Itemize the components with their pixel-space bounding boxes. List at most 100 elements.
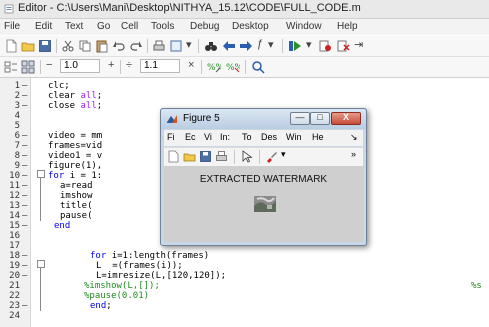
figure-menu-tools[interactable]: To bbox=[242, 132, 252, 142]
toolbar-separator bbox=[40, 60, 41, 74]
figure-menu-help[interactable]: He bbox=[312, 132, 324, 142]
figure-menu-view[interactable]: Vi bbox=[204, 132, 212, 142]
code-text: for i=1:length(frames) bbox=[90, 251, 209, 261]
breakpoint-marker[interactable]: — bbox=[22, 81, 27, 91]
clear-breakpoints-icon[interactable] bbox=[336, 39, 350, 53]
figure-menu-window[interactable]: Win bbox=[286, 132, 302, 142]
figure-menu-edit[interactable]: Ec bbox=[185, 132, 196, 142]
menu-cell[interactable]: Cell bbox=[121, 21, 138, 32]
code-line[interactable]: 20— L=imresize(L,[120,120]); bbox=[0, 271, 489, 281]
minimize-button[interactable]: — bbox=[290, 112, 310, 125]
code-line[interactable]: 24 bbox=[0, 311, 489, 321]
save-icon[interactable] bbox=[38, 39, 52, 53]
menu-file[interactable]: File bbox=[4, 21, 20, 32]
pointer-icon[interactable] bbox=[240, 150, 253, 163]
binoculars-icon[interactable] bbox=[204, 39, 218, 53]
insert-cell-icon[interactable]: %% bbox=[207, 60, 221, 74]
minus-button[interactable]: − bbox=[46, 59, 52, 71]
menu-text[interactable]: Text bbox=[65, 21, 83, 32]
chevron-down-icon[interactable]: ▾ bbox=[306, 38, 312, 51]
breakpoint-marker[interactable]: — bbox=[22, 141, 27, 151]
cell-grid-icon[interactable] bbox=[21, 60, 35, 74]
breakpoint-marker[interactable]: — bbox=[22, 301, 27, 311]
forward-arrow-icon[interactable] bbox=[239, 39, 253, 53]
new-file-icon[interactable] bbox=[4, 39, 18, 53]
figure-menu-dock-icon[interactable]: ↘ bbox=[350, 132, 358, 143]
new-figure-icon[interactable] bbox=[167, 150, 180, 163]
code-token: clc; bbox=[48, 81, 70, 91]
figure-menu-insert[interactable]: In: bbox=[220, 132, 230, 142]
back-arrow-icon[interactable] bbox=[222, 39, 236, 53]
figure-title-bar[interactable]: Figure 5 — □ X bbox=[161, 109, 366, 129]
print-icon[interactable] bbox=[152, 39, 166, 53]
open-folder-icon[interactable] bbox=[183, 150, 196, 163]
menu-go[interactable]: Go bbox=[97, 21, 110, 32]
open-folder-icon[interactable] bbox=[21, 39, 35, 53]
code-text: end; bbox=[90, 301, 112, 311]
menu-tools[interactable]: Tools bbox=[151, 21, 174, 32]
chevron-down-icon[interactable]: ▾ bbox=[186, 38, 192, 51]
breakpoint-marker[interactable]: — bbox=[22, 211, 27, 221]
code-line[interactable]: 19— L =(frames(i)); bbox=[0, 261, 489, 271]
paste-icon[interactable] bbox=[95, 39, 109, 53]
menu-desktop[interactable]: Desktop bbox=[232, 21, 269, 32]
copy-icon[interactable] bbox=[78, 39, 92, 53]
breakpoint-marker[interactable]: — bbox=[22, 221, 27, 231]
remove-cell-icon[interactable]: %% bbox=[226, 60, 240, 74]
step-icon[interactable]: ⇥ bbox=[354, 38, 363, 51]
code-line[interactable]: 1— clc; bbox=[0, 81, 489, 91]
code-line[interactable]: 21 %imshow(L,[]); bbox=[0, 281, 489, 291]
cell-mode-icon[interactable] bbox=[4, 60, 18, 74]
figure-canvas[interactable]: EXTRACTED WATERMARK bbox=[164, 166, 363, 242]
breakpoint-marker[interactable]: — bbox=[22, 251, 27, 261]
breakpoint-marker[interactable]: — bbox=[22, 201, 27, 211]
figure-menu-desktop[interactable]: Des bbox=[261, 132, 277, 142]
close-button[interactable]: X bbox=[331, 112, 361, 125]
chevron-down-icon[interactable]: ▾ bbox=[281, 149, 286, 160]
figure-window[interactable]: Figure 5 — □ X Fi Ec Vi In: To Des Win H… bbox=[160, 108, 367, 246]
breakpoint-icon[interactable] bbox=[318, 39, 332, 53]
cut-icon[interactable] bbox=[61, 39, 75, 53]
show-cell-titles-icon[interactable] bbox=[251, 60, 265, 74]
menu-debug[interactable]: Debug bbox=[190, 21, 219, 32]
menu-help[interactable]: Help bbox=[337, 21, 358, 32]
breakpoint-marker[interactable]: — bbox=[22, 191, 27, 201]
breakpoint-marker[interactable]: — bbox=[22, 91, 27, 101]
template-icon[interactable] bbox=[169, 39, 183, 53]
redo-icon[interactable] bbox=[129, 39, 143, 53]
menu-window[interactable]: Window bbox=[286, 21, 322, 32]
fold-toggle-for-loop-2[interactable] bbox=[37, 260, 45, 268]
breakpoint-marker[interactable]: — bbox=[22, 101, 27, 111]
code-line[interactable]: 18— for i=1:length(frames) bbox=[0, 251, 489, 261]
chevron-down-icon[interactable]: ▾ bbox=[268, 38, 274, 51]
print-icon[interactable] bbox=[215, 150, 228, 163]
save-icon[interactable] bbox=[199, 150, 212, 163]
cell-value-field-1[interactable] bbox=[60, 59, 100, 73]
figure-menu-file[interactable]: Fi bbox=[167, 132, 175, 142]
breakpoint-marker[interactable]: — bbox=[22, 181, 27, 191]
function-icon[interactable]: ƒ bbox=[257, 38, 263, 50]
code-text: pause( bbox=[60, 211, 93, 221]
breakpoint-marker[interactable]: — bbox=[22, 151, 27, 161]
run-icon[interactable] bbox=[288, 39, 302, 53]
line-number: 19 bbox=[9, 261, 20, 271]
breakpoint-marker[interactable]: — bbox=[22, 271, 27, 281]
breakpoint-marker[interactable]: — bbox=[22, 131, 27, 141]
cell-value-field-2[interactable] bbox=[140, 59, 180, 73]
toolbar-overflow-icon[interactable]: » bbox=[351, 149, 356, 159]
code-line[interactable]: 23— end; bbox=[0, 301, 489, 311]
fold-toggle-for-loop-1[interactable] bbox=[37, 170, 45, 178]
plus-button[interactable]: + bbox=[108, 59, 114, 71]
editor-title-bar[interactable]: Editor - C:\Users\Mani\Desktop\NITHYA_15… bbox=[0, 0, 489, 19]
divide-button[interactable]: ÷ bbox=[126, 59, 132, 71]
undo-icon[interactable] bbox=[112, 39, 126, 53]
breakpoint-marker[interactable]: — bbox=[22, 261, 27, 271]
menu-edit[interactable]: Edit bbox=[35, 21, 52, 32]
code-line[interactable]: 2— clear all; bbox=[0, 91, 489, 101]
breakpoint-marker[interactable]: — bbox=[22, 171, 27, 181]
code-line[interactable]: 22 %pause(0.01) bbox=[0, 291, 489, 301]
times-button[interactable]: × bbox=[188, 59, 194, 71]
brush-icon[interactable] bbox=[265, 150, 278, 163]
breakpoint-marker[interactable]: — bbox=[22, 161, 27, 171]
maximize-button[interactable]: □ bbox=[310, 112, 330, 125]
